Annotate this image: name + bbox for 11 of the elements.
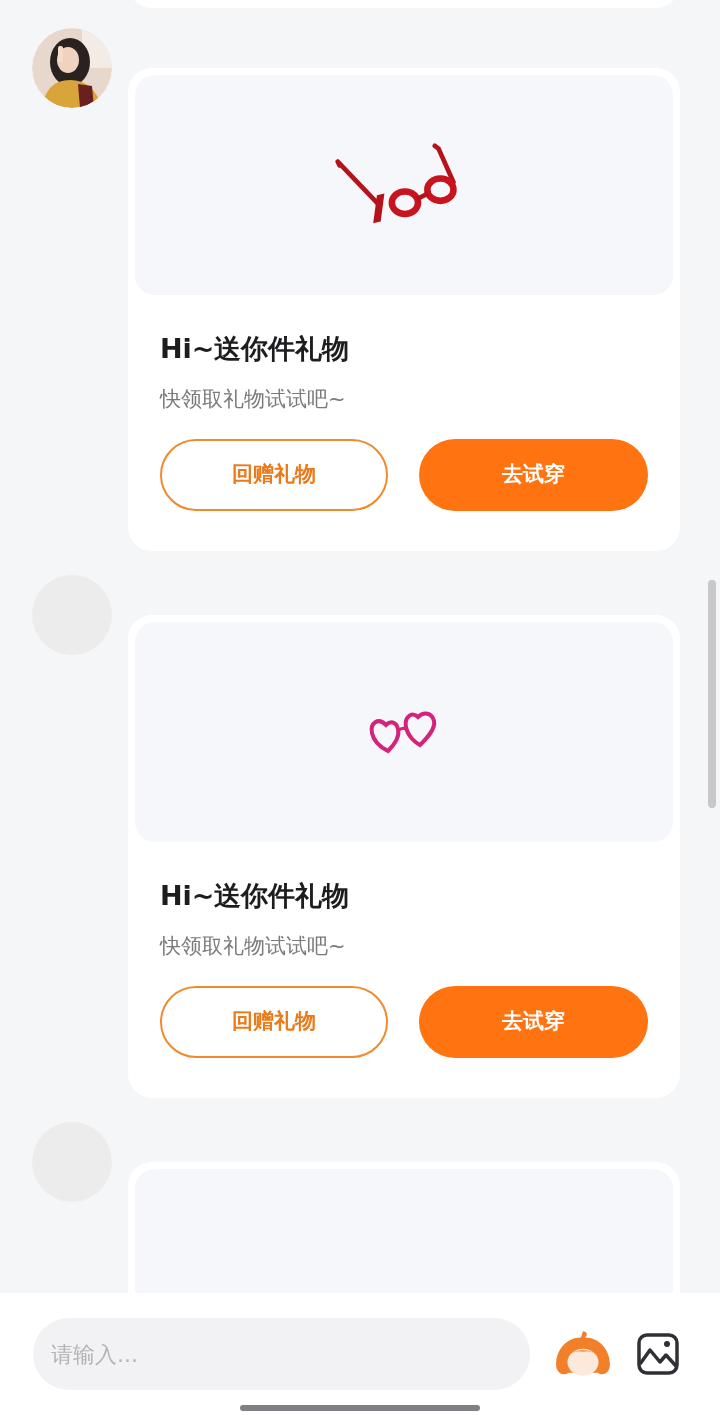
gift-subtitle: 快领取礼物试试吧~ [160,386,347,413]
gift-subtitle: 快领取礼物试试吧~ [160,933,347,960]
gift-title: Hi~送你件礼物 [160,879,351,913]
return-gift-button[interactable]: 回赠礼物 [160,986,388,1058]
mascot-icon[interactable] [554,1329,612,1379]
return-gift-button[interactable]: 回赠礼物 [160,439,388,511]
image-icon[interactable] [636,1332,680,1376]
try-on-button[interactable]: 去试穿 [419,986,648,1058]
message-input[interactable]: 请输入... [33,1318,530,1390]
gift-title: Hi~送你件礼物 [160,332,351,366]
try-on-button[interactable]: 去试穿 [419,439,648,511]
